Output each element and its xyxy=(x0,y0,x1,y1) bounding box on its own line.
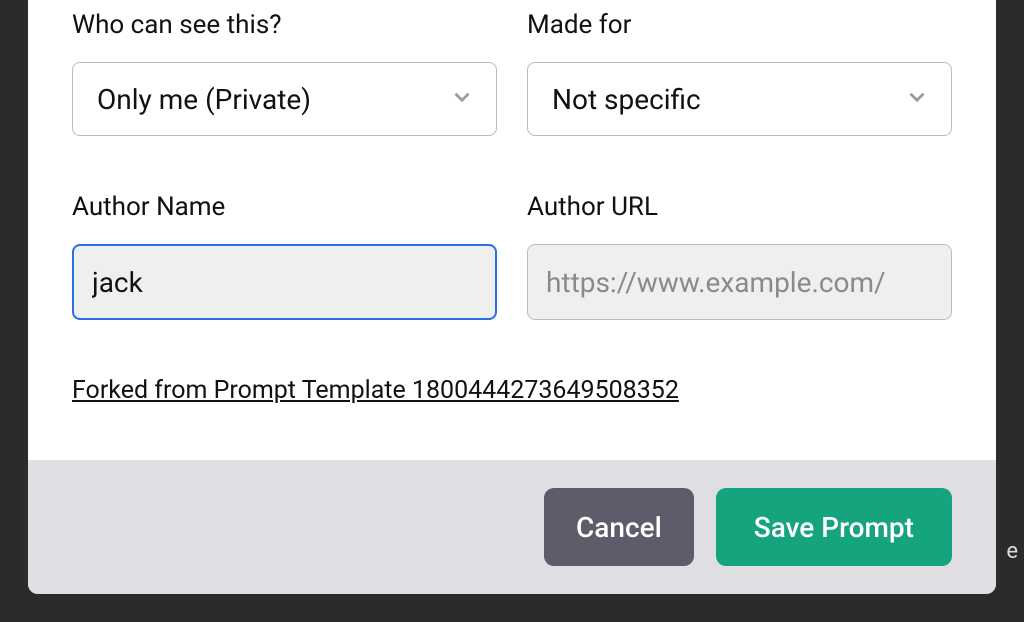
modal-dialog: Who can see this? Only me (Private) Made… xyxy=(28,0,996,594)
visibility-select-display[interactable]: Only me (Private) xyxy=(72,62,497,136)
form-row-1: Who can see this? Only me (Private) Made… xyxy=(72,10,952,136)
forked-from-link[interactable]: Forked from Prompt Template 180044427364… xyxy=(72,376,679,405)
visibility-select[interactable]: Only me (Private) xyxy=(72,62,497,136)
madefor-select[interactable]: Not specific xyxy=(527,62,952,136)
modal-body: Who can see this? Only me (Private) Made… xyxy=(28,0,996,460)
visibility-label: Who can see this? xyxy=(72,10,497,40)
visibility-group: Who can see this? Only me (Private) xyxy=(72,10,497,136)
authorurl-label: Author URL xyxy=(527,192,952,222)
authorname-label: Author Name xyxy=(72,192,497,222)
form-row-2: Author Name Author URL xyxy=(72,192,952,320)
authorurl-input[interactable] xyxy=(527,244,952,320)
visibility-value: Only me (Private) xyxy=(97,83,311,116)
background-hint: e xyxy=(1006,539,1018,564)
authorurl-group: Author URL xyxy=(527,192,952,320)
modal-footer: Cancel Save Prompt xyxy=(28,460,996,594)
authorname-group: Author Name xyxy=(72,192,497,320)
madefor-value: Not specific xyxy=(552,83,701,116)
madefor-select-display[interactable]: Not specific xyxy=(527,62,952,136)
authorname-input[interactable] xyxy=(72,244,497,320)
cancel-button[interactable]: Cancel xyxy=(544,488,694,566)
save-button[interactable]: Save Prompt xyxy=(716,488,952,566)
madefor-label: Made for xyxy=(527,10,952,40)
madefor-group: Made for Not specific xyxy=(527,10,952,136)
